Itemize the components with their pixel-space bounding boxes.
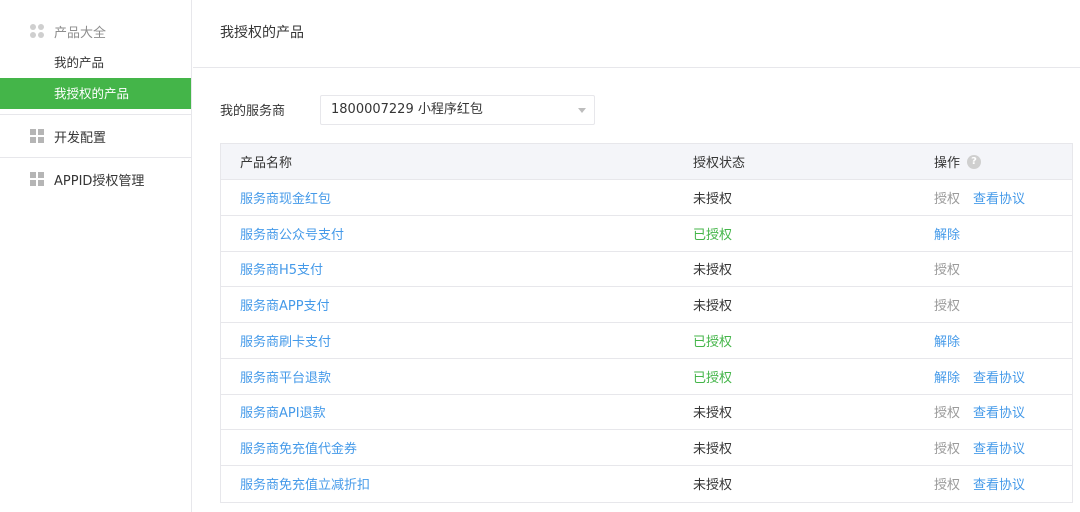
sidebar-section-products: 产品大全 [30, 22, 107, 41]
table-row: 服务商免充值代金券 未授权 授权 查看协议 [221, 430, 1072, 466]
table-row: 服务商免充值立减折扣 未授权 授权 查看协议 [221, 466, 1072, 502]
products-table: 产品名称 授权状态 操作 ? 服务商现金红包 未授权 授权 查看协议 服务商公众号支付已… [220, 143, 1073, 503]
page-title: 我授权的产品 [220, 25, 304, 41]
authorize-link[interactable]: 授权 [934, 188, 960, 207]
row-cell-status: 已授权 [693, 216, 732, 251]
apps-icon [30, 24, 44, 38]
row-cell-status: 未授权 [693, 466, 732, 502]
authorize-link[interactable]: 授权 [934, 402, 960, 421]
sidebar-item-label: 开发配置 [54, 130, 107, 146]
column-header-name: 产品名称 [240, 156, 293, 171]
auth-status: 已授权 [693, 370, 733, 386]
sidebar-item-appid-auth[interactable]: APPID授权管理 [30, 170, 145, 189]
view-agreement-link[interactable]: 查看协议 [973, 474, 1025, 493]
table-row: 服务商API退款 未授权 授权 查看协议 [221, 395, 1072, 431]
sidebar-section-title: 产品大全 [54, 25, 107, 41]
revoke-link[interactable]: 解除 [934, 224, 960, 243]
table-row: 服务商公众号支付 已授权 解除 [221, 216, 1072, 252]
row-cell-name: 服务商API退款 [240, 395, 326, 430]
product-name-link[interactable]: 服务商免充值代金券 [240, 438, 357, 457]
provider-select[interactable]: 1800007229 小程序红包 [320, 95, 595, 125]
grid-icon [30, 129, 44, 143]
column-header-actions: 操作 ? [934, 144, 982, 179]
sidebar-item-my-products[interactable]: 我的产品 [0, 47, 191, 78]
header-divider [193, 67, 1080, 68]
row-cell-name: 服务商H5支付 [240, 252, 323, 287]
auth-status: 未授权 [693, 406, 733, 422]
grid-icon [30, 172, 44, 186]
product-name-link[interactable]: 服务商免充值立减折扣 [240, 474, 370, 493]
row-cell-actions: 解除 查看协议 [934, 359, 1038, 394]
authorize-link[interactable]: 授权 [934, 474, 960, 493]
row-cell-status: 未授权 [693, 287, 732, 322]
provider-select-value: 1800007229 小程序红包 [331, 102, 483, 117]
sidebar-divider [0, 114, 191, 115]
table-row: 服务商刷卡支付 已授权 解除 [221, 323, 1072, 359]
sidebar: 产品大全 我的产品 我授权的产品 开发配置 APPID授权管理 [0, 0, 192, 512]
revoke-link[interactable]: 解除 [934, 331, 960, 350]
view-agreement-link[interactable]: 查看协议 [973, 188, 1025, 207]
auth-status: 已授权 [693, 227, 733, 243]
row-cell-name: 服务商APP支付 [240, 287, 330, 322]
view-agreement-link[interactable]: 查看协议 [973, 438, 1025, 457]
row-cell-actions: 授权 查看协议 [934, 466, 1038, 502]
row-cell-actions: 授权 [934, 252, 973, 287]
row-cell-actions: 授权 查看协议 [934, 180, 1038, 215]
product-name-link[interactable]: 服务商现金红包 [240, 188, 331, 207]
row-cell-actions: 解除 [934, 216, 973, 251]
column-header-actions-label: 操作 [934, 156, 961, 171]
help-icon[interactable]: ? [967, 154, 982, 169]
sidebar-item-authorized-products[interactable]: 我授权的产品 [0, 78, 191, 109]
column-header-status: 授权状态 [693, 156, 746, 171]
table-row: 服务商H5支付 未授权 授权 [221, 252, 1072, 288]
view-agreement-link[interactable]: 查看协议 [973, 367, 1025, 386]
provider-label: 我的服务商 [220, 104, 286, 119]
row-cell-name: 服务商免充值立减折扣 [240, 466, 370, 502]
product-name-link[interactable]: 服务商平台退款 [240, 367, 331, 386]
chevron-down-icon [578, 108, 586, 113]
product-name-link[interactable]: 服务商APP支付 [240, 295, 330, 314]
sidebar-item-dev-config[interactable]: 开发配置 [30, 127, 107, 146]
row-cell-actions: 授权 查看协议 [934, 430, 1038, 465]
product-name-link[interactable]: 服务商H5支付 [240, 259, 323, 278]
auth-status: 未授权 [693, 263, 733, 279]
product-name-link[interactable]: 服务商刷卡支付 [240, 331, 331, 350]
auth-status: 未授权 [693, 191, 733, 207]
table-body: 服务商现金红包 未授权 授权 查看协议 服务商公众号支付 已授权 解除 服务商H5支付 未授权授… [221, 180, 1072, 502]
sidebar-item-label: APPID授权管理 [54, 173, 145, 189]
row-cell-name: 服务商免充值代金券 [240, 430, 357, 465]
table-row: 服务商现金红包 未授权 授权 查看协议 [221, 180, 1072, 216]
row-cell-status: 已授权 [693, 323, 732, 358]
product-name-link[interactable]: 服务商公众号支付 [240, 224, 344, 243]
auth-status: 已授权 [693, 334, 733, 350]
row-cell-status: 未授权 [693, 180, 732, 215]
row-cell-status: 已授权 [693, 359, 732, 394]
auth-status: 未授权 [693, 478, 733, 494]
row-cell-status: 未授权 [693, 430, 732, 465]
auth-status: 未授权 [693, 442, 733, 458]
row-cell-name: 服务商刷卡支付 [240, 323, 331, 358]
table-header: 产品名称 授权状态 操作 ? [221, 144, 1072, 180]
row-cell-name: 服务商现金红包 [240, 180, 331, 215]
row-cell-status: 未授权 [693, 252, 732, 287]
view-agreement-link[interactable]: 查看协议 [973, 402, 1025, 421]
row-cell-name: 服务商平台退款 [240, 359, 331, 394]
row-cell-actions: 授权 查看协议 [934, 395, 1038, 430]
row-cell-name: 服务商公众号支付 [240, 216, 344, 251]
sidebar-divider [0, 157, 191, 158]
product-name-link[interactable]: 服务商API退款 [240, 402, 326, 421]
row-cell-actions: 解除 [934, 323, 973, 358]
revoke-link[interactable]: 解除 [934, 367, 960, 386]
row-cell-actions: 授权 [934, 287, 973, 322]
table-row: 服务商APP支付 未授权 授权 [221, 287, 1072, 323]
auth-status: 未授权 [693, 299, 733, 315]
authorize-link[interactable]: 授权 [934, 259, 960, 278]
authorize-link[interactable]: 授权 [934, 438, 960, 457]
row-cell-status: 未授权 [693, 395, 732, 430]
table-row: 服务商平台退款 已授权 解除 查看协议 [221, 359, 1072, 395]
authorize-link[interactable]: 授权 [934, 295, 960, 314]
